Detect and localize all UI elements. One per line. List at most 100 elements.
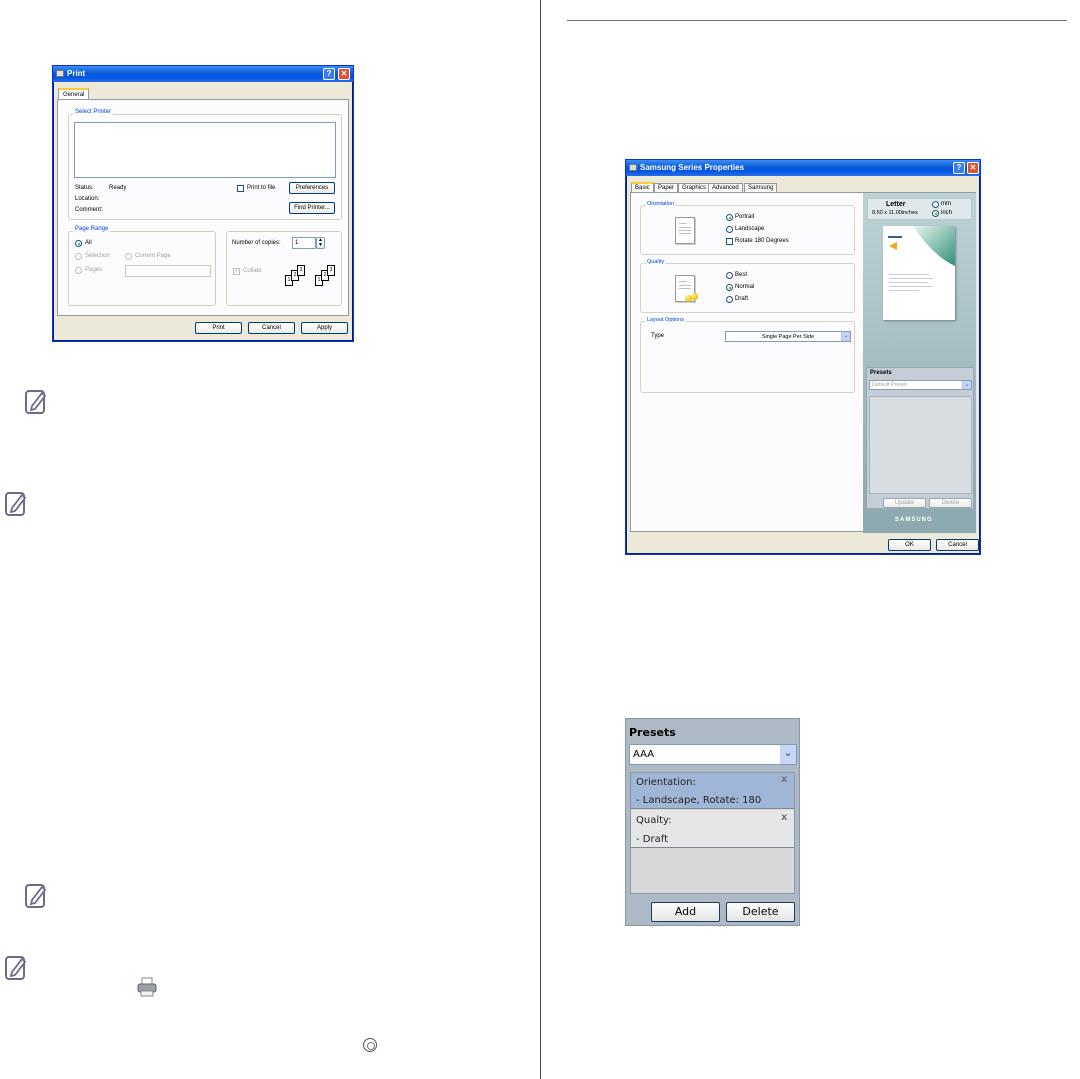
apply-button[interactable]: Apply [301, 322, 348, 334]
draft-radio[interactable] [726, 296, 733, 303]
print-to-file-checkbox[interactable] [237, 185, 244, 192]
page-range-label: Page Range [73, 226, 111, 232]
printer-list[interactable] [74, 122, 336, 178]
properties-titlebar: Samsung Series Properties ? ✕ [626, 160, 980, 176]
range-selection-label: Selection [85, 253, 110, 259]
note-icon [5, 956, 27, 980]
chevron-down-icon[interactable]: ⌄ [780, 745, 796, 764]
status-value: Ready [109, 185, 127, 191]
list-item-heading: Qualty: [636, 815, 672, 826]
type-select[interactable]: Single Page Per Side ⌄ [725, 331, 851, 342]
add-button[interactable]: Add [651, 902, 720, 922]
copies-input[interactable]: 1 [292, 237, 316, 249]
help-button[interactable]: ? [953, 162, 965, 174]
orientation-group: Orientation Portrait Landscape Rotate 18… [640, 201, 855, 255]
general-panel: Select Printer Status: Ready Location: C… [57, 99, 349, 316]
remove-icon[interactable]: x [781, 774, 787, 785]
print-button[interactable]: Print [195, 322, 242, 334]
range-all-radio[interactable] [75, 240, 82, 247]
rotate-180-checkbox[interactable] [726, 238, 733, 245]
presets-title: Presets [629, 726, 676, 739]
close-button[interactable]: ✕ [338, 68, 350, 80]
range-pages-label: Pages: [85, 267, 104, 273]
type-select-value: Single Page Per Side [761, 334, 815, 340]
status-label: Status: [75, 185, 94, 191]
landscape-label: Landscape [735, 226, 765, 232]
note-icon [25, 390, 47, 414]
landscape-radio[interactable] [726, 226, 733, 233]
select-printer-label: Select Printer [73, 109, 114, 115]
unit-inch-label: inch [941, 210, 953, 216]
preset-items-list: Orientation: - Landscape, Rotate: 180 x … [630, 772, 795, 894]
type-label: Type [651, 333, 665, 339]
header-rule [567, 20, 1067, 21]
collate-checkbox[interactable]: ✓ [233, 268, 240, 275]
copies-group: Number of copies: 1 ▲ ▼ ✓ Collate 1 2 3 1… [226, 231, 342, 306]
note-icon [25, 884, 47, 908]
paper-size: 8.50 x 11.00inches [872, 210, 918, 216]
ok-button[interactable]: OK [888, 539, 931, 551]
cancel-button[interactable]: Cancel [936, 539, 979, 551]
presets-panel: Presets AAA ⌄ Orientation: - Landscape, … [625, 718, 800, 926]
range-current-page-label: Current Page [135, 253, 171, 259]
preferences-button[interactable]: Preferences [289, 182, 335, 194]
copies-spinner[interactable]: ▲ ▼ [316, 237, 325, 249]
coin-icon [691, 293, 698, 300]
samsung-logo: SAMSUNG [895, 517, 933, 523]
layout-options-group: Layout Options Type Single Page Per Side… [640, 317, 855, 393]
help-button[interactable]: ? [323, 68, 335, 80]
location-label: Location: [75, 196, 100, 202]
print-to-file-label: Print to file [247, 185, 276, 191]
unit-inch-radio[interactable] [932, 210, 939, 217]
list-item-detail: - Draft [636, 834, 668, 845]
preset-name-value: AAA [633, 749, 655, 760]
comment-label: Comment: [75, 207, 103, 213]
basic-panel: Orientation Portrait Landscape Rotate 18… [630, 192, 976, 533]
list-item[interactable]: Orientation: - Landscape, Rotate: 180 x [631, 773, 794, 809]
delete-button[interactable]: Delete [726, 902, 795, 922]
range-pages-radio[interactable] [75, 267, 82, 274]
preset-select[interactable]: Default Preset ⌄ [869, 380, 972, 390]
update-button[interactable]: Update [883, 498, 926, 508]
quality-label: Quality [646, 259, 666, 265]
chevron-down-icon: ⌄ [962, 381, 971, 389]
presets-label: Presets [870, 370, 892, 376]
list-item-heading: Orientation: [636, 777, 696, 788]
preview-sidepanel: Letter 8.50 x 11.00inches mm inch Preset… [863, 193, 976, 533]
printer-icon [137, 977, 157, 997]
close-button[interactable]: ✕ [967, 162, 979, 174]
chevron-down-icon: ⌄ [841, 332, 850, 341]
delete-button[interactable]: Delete [929, 498, 972, 508]
printer-small-icon [56, 70, 64, 77]
best-label: Best [735, 272, 748, 278]
find-printer-button[interactable]: Find Printer... [289, 202, 335, 214]
note-icon [5, 492, 27, 516]
unit-mm-radio[interactable] [932, 201, 939, 208]
range-current-page-radio[interactable] [125, 253, 132, 260]
collate-label: Collate [243, 268, 262, 274]
page-range-group: Page Range All Selection Current Page Pa… [68, 226, 216, 306]
select-printer-group: Select Printer Status: Ready Location: C… [68, 109, 342, 220]
print-dialog-title: Print [67, 69, 86, 78]
portrait-radio[interactable] [726, 214, 733, 221]
list-item[interactable]: Qualty: - Draft x [631, 810, 794, 848]
cancel-button[interactable]: Cancel [248, 322, 295, 334]
normal-radio[interactable] [726, 284, 733, 291]
remove-icon[interactable]: x [781, 812, 787, 823]
preset-details [869, 396, 972, 494]
paper-size-box: Letter 8.50 x 11.00inches mm inch [867, 198, 972, 220]
column-divider [540, 0, 541, 1079]
orientation-label: Orientation [646, 201, 675, 207]
pages-input[interactable] [125, 265, 211, 277]
range-selection-radio[interactable] [75, 253, 82, 260]
printer-small-icon [629, 164, 637, 171]
number-of-copies-label: Number of copies: [232, 240, 281, 246]
portrait-page-icon [675, 217, 695, 244]
preset-name-input[interactable]: AAA ⌄ [629, 744, 797, 765]
presets-box: Presets Default Preset ⌄ Update Delete [866, 367, 974, 509]
unit-mm-label: mm [941, 201, 951, 207]
preset-select-value: Default Preset [872, 382, 907, 388]
normal-label: Normal [735, 284, 755, 290]
best-radio[interactable] [726, 272, 733, 279]
list-item-detail: - Landscape, Rotate: 180 [636, 795, 762, 806]
